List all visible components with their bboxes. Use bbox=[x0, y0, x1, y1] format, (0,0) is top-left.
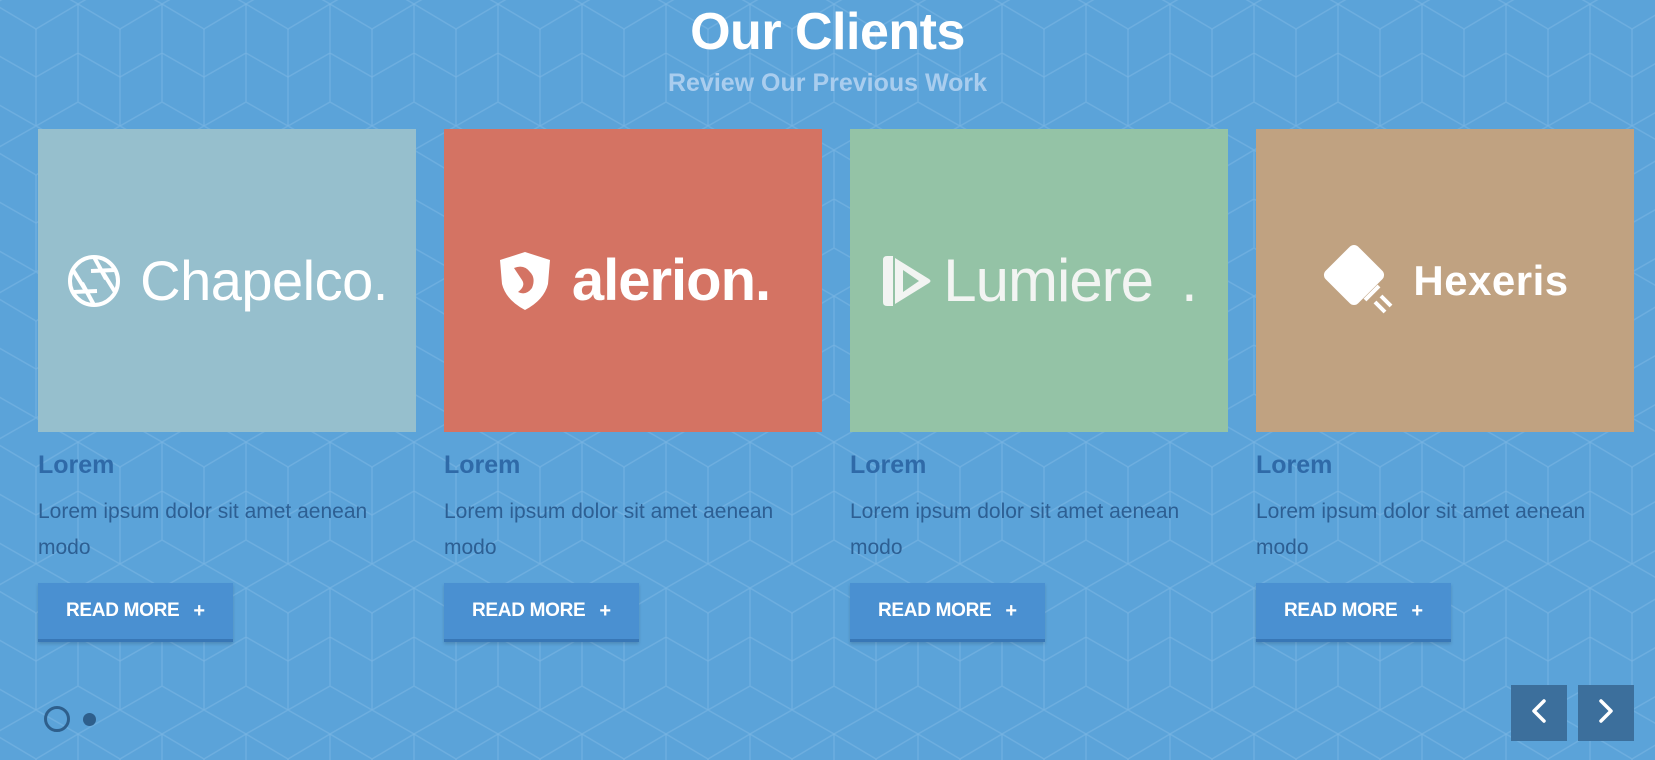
client-card: Hexeris Lorem Lorem ipsum dolor sit amet… bbox=[1256, 129, 1634, 642]
card-title: Lorem bbox=[1256, 451, 1333, 479]
client-logo-alerion[interactable]: alerion. bbox=[444, 129, 822, 432]
read-more-label: READ MORE bbox=[66, 600, 180, 621]
card-title: Lorem bbox=[444, 451, 521, 479]
card-text: Lorem ipsum dolor sit amet aenean modo bbox=[1256, 500, 1586, 559]
client-card: Lumiere . Lorem Lorem ipsum dolor sit am… bbox=[850, 129, 1228, 642]
plug-icon bbox=[1321, 242, 1395, 320]
shield-icon bbox=[496, 250, 554, 312]
plus-icon: + bbox=[1005, 599, 1017, 622]
plus-icon: + bbox=[599, 599, 611, 622]
read-more-button[interactable]: READ MORE + bbox=[850, 583, 1045, 642]
client-logo-text: Lumiere bbox=[943, 246, 1154, 314]
card-text: Lorem ipsum dolor sit amet aenean modo bbox=[444, 500, 774, 559]
carousel-next-button[interactable] bbox=[1578, 685, 1634, 741]
read-more-label: READ MORE bbox=[472, 600, 586, 621]
client-logo-text: Hexeris bbox=[1413, 256, 1569, 304]
card-text: Lorem ipsum dolor sit amet aenean modo bbox=[850, 500, 1180, 559]
read-more-button[interactable]: READ MORE + bbox=[38, 583, 233, 642]
section-heading: Our Clients Review Our Previous Work bbox=[0, 0, 1655, 98]
read-more-label: READ MORE bbox=[878, 600, 992, 621]
section-title: Our Clients bbox=[690, 3, 965, 61]
client-logo-suffix: . bbox=[1181, 246, 1198, 314]
client-logo-text: Chapelco. bbox=[140, 248, 388, 312]
client-logo-lumiere[interactable]: Lumiere . bbox=[850, 129, 1228, 432]
carousel-pagination bbox=[44, 706, 96, 732]
plus-icon: + bbox=[1411, 599, 1423, 622]
play-icon bbox=[881, 252, 933, 310]
section-subtitle: Review Our Previous Work bbox=[667, 69, 988, 97]
chevron-left-icon bbox=[1529, 698, 1549, 729]
card-text: Lorem ipsum dolor sit amet aenean modo bbox=[38, 500, 368, 559]
chevron-right-icon bbox=[1596, 698, 1616, 729]
card-title: Lorem bbox=[38, 451, 115, 479]
plus-icon: + bbox=[193, 599, 205, 622]
client-logo-text: alerion. bbox=[571, 247, 771, 313]
carousel-prev-button[interactable] bbox=[1511, 685, 1567, 741]
pagination-dot[interactable] bbox=[83, 712, 96, 726]
aperture-icon bbox=[66, 253, 122, 309]
card-title: Lorem bbox=[850, 451, 927, 479]
read-more-label: READ MORE bbox=[1284, 600, 1398, 621]
client-card: Chapelco. Lorem Lorem ipsum dolor sit am… bbox=[38, 129, 416, 642]
client-logo-hexeris[interactable]: Hexeris bbox=[1256, 129, 1634, 432]
clients-section: Our Clients Review Our Previous Work Cha… bbox=[0, 0, 1655, 760]
pagination-dot-active[interactable] bbox=[44, 706, 70, 732]
client-logo-chapelco[interactable]: Chapelco. bbox=[38, 129, 416, 432]
read-more-button[interactable]: READ MORE + bbox=[444, 583, 639, 642]
read-more-button[interactable]: READ MORE + bbox=[1256, 583, 1451, 642]
client-card: alerion. Lorem Lorem ipsum dolor sit ame… bbox=[444, 129, 822, 642]
